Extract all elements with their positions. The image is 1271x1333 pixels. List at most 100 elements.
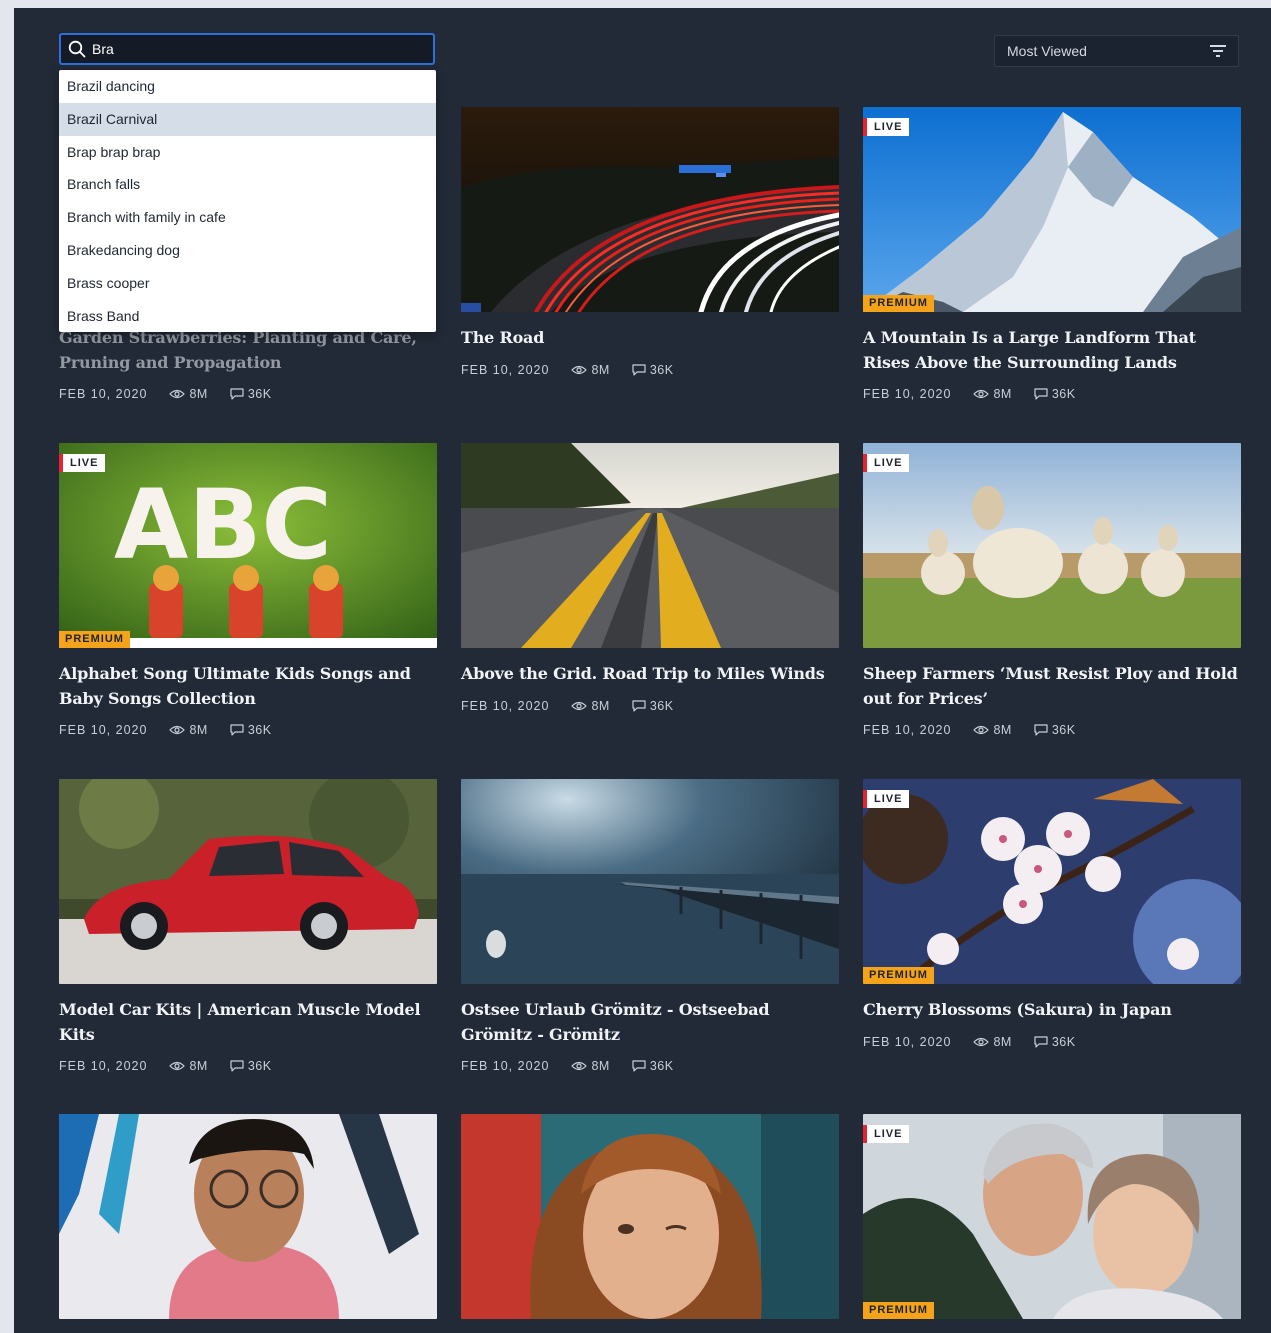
views-stat: 8M [169, 387, 207, 401]
video-title[interactable]: Alphabet Song Ultimate Kids Songs and Ba… [59, 662, 437, 711]
comment-icon [1034, 1035, 1048, 1048]
eye-icon [973, 725, 990, 735]
comments-count: 36K [247, 387, 272, 401]
video-title[interactable]: Model Car Kits | American Muscle Model K… [59, 998, 437, 1047]
comments-count: 36K [649, 1059, 674, 1073]
views-count: 8M [993, 387, 1012, 401]
video-title[interactable]: Above the Grid. Road Trip to Miles Winds [461, 662, 839, 687]
video-thumbnail[interactable]: ABC LIVE PREMIUM [59, 443, 437, 648]
video-thumbnail[interactable]: LIVE PREMIUM [863, 107, 1241, 312]
views-count: 8M [591, 362, 610, 377]
video-card[interactable]: LIVE PREMIUM Cherry Blossoms (Sakura) in… [863, 779, 1241, 1049]
video-meta: FEB 10, 2020 8M 36K [59, 723, 437, 737]
video-title[interactable]: Garden Strawberries: Planting and Care, … [59, 326, 437, 375]
views-stat: 8M [571, 1059, 609, 1073]
eye-icon [571, 365, 588, 374]
suggestion-item[interactable]: Brass Band [59, 300, 436, 333]
comments-stat: 36K [632, 699, 674, 713]
search-input[interactable] [92, 41, 392, 57]
road-night-image [461, 107, 839, 312]
comments-count: 36K [649, 362, 674, 377]
video-meta: FEB 10, 2020 8M 36K [863, 723, 1241, 737]
video-meta: FEB 10, 2020 8M 36K [863, 1035, 1241, 1049]
video-title[interactable]: Ostsee Urlaub Grömitz - Ostseebad Grömit… [461, 998, 839, 1047]
live-badge: LIVE [863, 1125, 910, 1143]
video-thumbnail[interactable] [59, 1114, 437, 1319]
views-stat: 8M [973, 387, 1011, 401]
video-card[interactable]: Above the Grid. Road Trip to Miles Winds… [461, 443, 839, 713]
video-card[interactable]: The Road FEB 10, 2020 8M 36K [461, 107, 839, 377]
eye-icon [973, 389, 990, 399]
abc-toys-image: ABC [59, 443, 437, 648]
search-box[interactable] [59, 33, 435, 65]
video-meta: FEB 10, 2020 8M 36K [59, 387, 437, 401]
comments-stat: 36K [230, 1059, 272, 1073]
video-thumbnail[interactable] [461, 443, 839, 648]
views-count: 8M [591, 1059, 610, 1073]
eye-icon [169, 1061, 186, 1071]
video-date: FEB 10, 2020 [59, 723, 148, 737]
premium-badge: PREMIUM [863, 967, 934, 984]
comment-icon [230, 388, 244, 400]
video-card[interactable] [59, 1114, 437, 1319]
video-card[interactable]: LIVE PREMIUM [863, 1114, 1241, 1319]
video-card[interactable] [461, 1114, 839, 1319]
video-date: FEB 10, 2020 [461, 362, 550, 377]
views-count: 8M [189, 723, 208, 737]
video-card[interactable]: LIVE Sheep Farmers ‘Must Resist Ploy and… [863, 443, 1241, 737]
premium-badge: PREMIUM [863, 1302, 934, 1319]
video-meta: FEB 10, 2020 8M 36K [863, 387, 1241, 401]
video-card[interactable]: Model Car Kits | American Muscle Model K… [59, 779, 437, 1073]
eye-icon [571, 1061, 588, 1071]
comments-stat: 36K [632, 363, 674, 377]
comments-stat: 36K [230, 723, 272, 737]
video-meta: FEB 10, 2020 8M 36K [461, 1059, 839, 1073]
comments-stat: 36K [1034, 1035, 1076, 1049]
video-meta: FEB 10, 2020 8M 36K [461, 699, 839, 713]
video-card[interactable]: ABC LIVE PREMIUM Alphabet Song Ultimate … [59, 443, 437, 737]
video-title[interactable]: Sheep Farmers ‘Must Resist Ploy and Hold… [863, 662, 1241, 711]
video-thumbnail[interactable] [59, 779, 437, 984]
video-thumbnail[interactable] [461, 107, 839, 312]
comment-icon [1034, 724, 1048, 736]
suggestion-item[interactable]: Branch falls [59, 168, 436, 201]
comment-icon [1034, 388, 1048, 400]
suggestion-item[interactable]: Branch with family in cafe [59, 201, 436, 234]
views-stat: 8M [571, 699, 609, 713]
video-date: FEB 10, 2020 [59, 387, 148, 401]
svg-text:ABC: ABC [114, 469, 332, 581]
suggestion-item[interactable]: Brass cooper [59, 267, 436, 300]
video-thumbnail[interactable]: LIVE [863, 443, 1241, 648]
sort-dropdown[interactable]: Most Viewed [994, 35, 1239, 67]
sort-label: Most Viewed [1007, 43, 1087, 59]
video-card[interactable]: LIVE PREMIUM A Mountain Is a Large Landf… [863, 107, 1241, 401]
comments-count: 36K [649, 698, 674, 713]
video-thumbnail[interactable] [461, 779, 839, 984]
filter-icon [1210, 45, 1226, 57]
video-thumbnail[interactable] [461, 1114, 839, 1319]
views-stat: 8M [973, 1035, 1011, 1049]
premium-badge: PREMIUM [59, 631, 130, 648]
live-badge: LIVE [863, 790, 910, 808]
video-meta: FEB 10, 2020 8M 36K [59, 1059, 437, 1073]
video-date: FEB 10, 2020 [461, 1059, 550, 1073]
video-thumbnail[interactable]: LIVE PREMIUM [863, 779, 1241, 984]
comments-count: 36K [247, 1059, 272, 1073]
video-card[interactable]: Ostsee Urlaub Grömitz - Ostseebad Grömit… [461, 779, 839, 1073]
video-title[interactable]: Cherry Blossoms (Sakura) in Japan [863, 998, 1241, 1023]
suggestion-item[interactable]: Brap brap brap [59, 136, 436, 169]
pier-image [461, 779, 839, 984]
comments-stat: 36K [1034, 723, 1076, 737]
video-title[interactable]: The Road [461, 326, 839, 351]
suggestion-item[interactable]: Brakedancing dog [59, 234, 436, 267]
elderly-couple-image [863, 1114, 1241, 1319]
suggestion-item[interactable]: Brazil dancing [59, 70, 436, 103]
comment-icon [632, 363, 646, 376]
comments-stat: 36K [1034, 387, 1076, 401]
video-title[interactable]: A Mountain Is a Large Landform That Rise… [863, 326, 1241, 375]
views-stat: 8M [571, 363, 609, 377]
video-thumbnail[interactable]: LIVE PREMIUM [863, 1114, 1241, 1319]
video-date: FEB 10, 2020 [863, 1034, 952, 1049]
premium-badge: PREMIUM [863, 295, 934, 312]
suggestion-item-selected[interactable]: Brazil Carnival [59, 102, 436, 136]
